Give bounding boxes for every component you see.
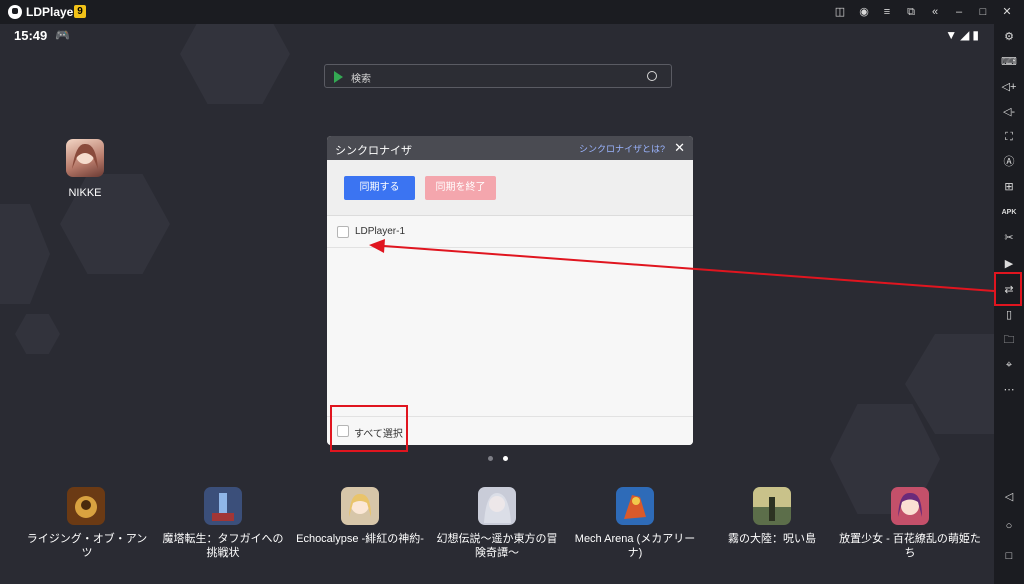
more-icon[interactable]: ⋯ <box>1001 382 1017 398</box>
annotation-highlight-box <box>330 405 408 452</box>
home-icon[interactable]: ○ <box>1001 518 1017 534</box>
export-icon[interactable]: ⧉ <box>903 4 919 20</box>
version-badge: 9 <box>74 5 86 18</box>
record-icon[interactable]: ▶ <box>1001 256 1017 272</box>
menu-icon[interactable]: ≡ <box>879 4 895 20</box>
page-dot[interactable] <box>488 456 493 461</box>
synchronizer-dialog: シンクロナイザ シンクロナイザとは? ✕ 同期する 同期を終了 LDPlayer… <box>327 136 693 445</box>
dock-app-label: 幻想伝説〜遥か東方の冒険奇譚〜 <box>436 533 558 559</box>
volume-up-icon[interactable]: ◁+ <box>1001 79 1017 95</box>
nikke-label: NIKKE <box>68 187 102 199</box>
account-icon[interactable]: ◉ <box>856 4 872 20</box>
help-link[interactable]: シンクロナイザとは? <box>579 142 665 155</box>
ldplayer-logo-icon <box>8 5 22 19</box>
dialog-toolbar: 同期する 同期を終了 <box>327 160 693 216</box>
android-screen: 15:49 🎮 ▼◢▮ 検索 NIKKE シンクロナイザ シンクロナイザとは? … <box>0 24 994 584</box>
folder-icon[interactable]: 🗀 <box>1001 332 1017 348</box>
status-bar: 15:49 🎮 ▼◢▮ <box>0 24 994 46</box>
back-icon[interactable]: ◁ <box>1001 489 1017 505</box>
gamepad-icon[interactable]: ◫ <box>832 4 848 20</box>
mech-arena-icon[interactable] <box>616 487 654 525</box>
play-store-icon <box>334 71 343 83</box>
echocalypse-icon[interactable] <box>341 487 379 525</box>
dialog-close-icon[interactable]: ✕ <box>674 140 685 156</box>
dock-app-label: ライジング・オブ・アンツ <box>26 533 148 559</box>
title-bar: LDPlayer 9 ◫ ◉ ≡ ⧉ « – □ ✕ <box>0 0 1024 24</box>
add-app-icon[interactable]: ⊞ <box>1001 179 1017 195</box>
instance-row[interactable]: LDPlayer-1 <box>327 216 693 248</box>
fantasy-legend-icon[interactable] <box>478 487 516 525</box>
gamepad-status-icon: 🎮 <box>55 28 70 42</box>
instance-checkbox[interactable] <box>337 226 349 238</box>
settings-icon[interactable]: ⚙ <box>1001 29 1017 45</box>
stop-sync-button[interactable]: 同期を終了 <box>425 176 496 200</box>
apk-icon[interactable]: APK <box>1001 205 1017 221</box>
shake-icon[interactable]: ▯ <box>1001 307 1017 323</box>
search-icon[interactable] <box>647 71 657 81</box>
dock-app-label: 放置少女 - 百花繚乱の萌姫たち <box>839 533 981 559</box>
nikke-icon[interactable] <box>66 139 104 177</box>
wifi-signal-battery-icon: ▼◢▮ <box>945 28 982 42</box>
dock-app-label: 霧の大陸：呪い島 <box>728 533 816 545</box>
annotation-highlight-box <box>994 272 1022 306</box>
dock-app-label: Mech Arena (メカアリーナ) <box>574 533 696 559</box>
dialog-header: シンクロナイザ シンクロナイザとは? ✕ <box>327 136 693 160</box>
tower-reborn-icon[interactable] <box>204 487 242 525</box>
minimize-icon[interactable]: – <box>951 4 967 20</box>
instance-list: LDPlayer-1 <box>327 216 693 416</box>
collapse-icon[interactable]: « <box>927 4 943 20</box>
dock-app-label: Echocalypse -緋紅の神約- <box>296 533 424 545</box>
screenshot-icon[interactable]: ⛶ <box>1001 129 1017 145</box>
rise-of-ants-icon[interactable] <box>67 487 105 525</box>
keyboard-icon[interactable]: ⌨ <box>1001 54 1017 70</box>
close-icon[interactable]: ✕ <box>999 4 1015 20</box>
mist-continent-icon[interactable] <box>753 487 791 525</box>
instance-name: LDPlayer-1 <box>355 226 406 237</box>
houchi-shoujo-icon[interactable] <box>891 487 929 525</box>
volume-down-icon[interactable]: ◁- <box>1001 104 1017 120</box>
background-hexagon <box>15 314 60 354</box>
background-hexagon <box>0 204 50 304</box>
dock-app-label: 魔塔転生：タフガイへの挑戦状 <box>162 533 284 559</box>
sync-button[interactable]: 同期する <box>344 176 415 200</box>
page-dot-active[interactable] <box>503 456 508 461</box>
search-bar[interactable]: 検索 <box>324 64 672 88</box>
recents-icon[interactable]: □ <box>1001 548 1017 564</box>
app-name: LDPlayer <box>26 5 79 19</box>
location-icon[interactable]: ⌖ <box>1001 357 1017 373</box>
clock: 15:49 <box>14 28 48 43</box>
dialog-title: シンクロナイザ <box>335 145 412 157</box>
search-placeholder: 検索 <box>351 74 371 85</box>
maximize-icon[interactable]: □ <box>975 4 991 20</box>
auto-icon[interactable]: Ⓐ <box>1001 154 1017 170</box>
scissors-icon[interactable]: ✂ <box>1001 230 1017 246</box>
